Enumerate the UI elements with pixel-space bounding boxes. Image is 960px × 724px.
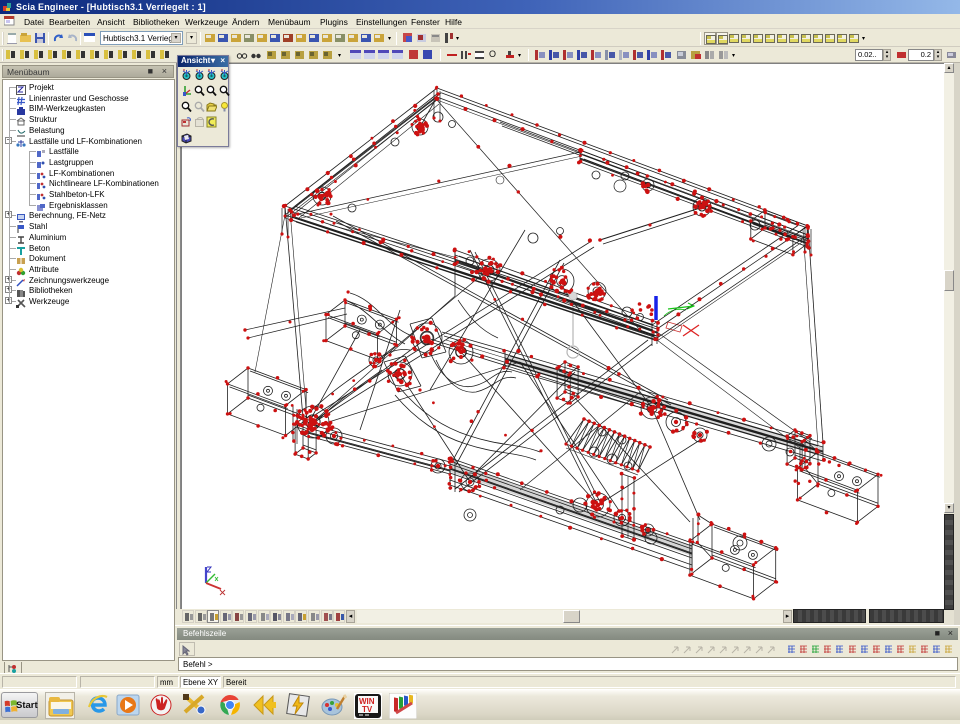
svg-text:TV: TV: [362, 705, 373, 714]
